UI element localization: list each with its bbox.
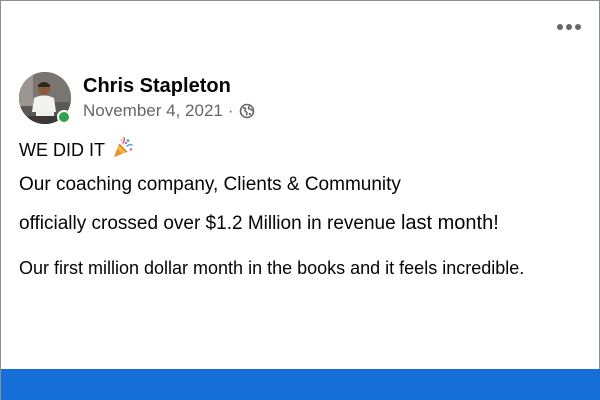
bottom-accent-bar bbox=[1, 369, 600, 400]
post-meta: November 4, 2021 · bbox=[83, 100, 255, 122]
online-status-dot bbox=[57, 110, 71, 124]
party-popper-icon bbox=[112, 137, 134, 166]
post-text-line-4: Our first million dollar month in the bo… bbox=[19, 258, 525, 278]
post-text-revenue: officially crossed over $1.2 Million in … bbox=[19, 213, 396, 234]
post-text-line-3: officially crossed over $1.2 Million in … bbox=[19, 209, 499, 238]
post-text-line-1: WE DID IT bbox=[19, 137, 134, 166]
author-name[interactable]: Chris Stapleton bbox=[83, 74, 231, 98]
more-horizontal-icon bbox=[557, 24, 581, 30]
avatar-wrapper[interactable] bbox=[19, 72, 71, 124]
post-date[interactable]: November 4, 2021 bbox=[83, 101, 223, 121]
more-options-button[interactable] bbox=[554, 16, 584, 38]
meta-separator: · bbox=[227, 101, 234, 120]
post-text-line-2: Our coaching company, Clients & Communit… bbox=[19, 174, 401, 195]
post-card: Chris Stapleton November 4, 2021 · WE DI… bbox=[0, 0, 600, 400]
post-text-last-month: last month! bbox=[400, 212, 499, 234]
globe-icon[interactable] bbox=[239, 103, 255, 119]
post-text-we-did-it: WE DID IT bbox=[19, 140, 105, 160]
